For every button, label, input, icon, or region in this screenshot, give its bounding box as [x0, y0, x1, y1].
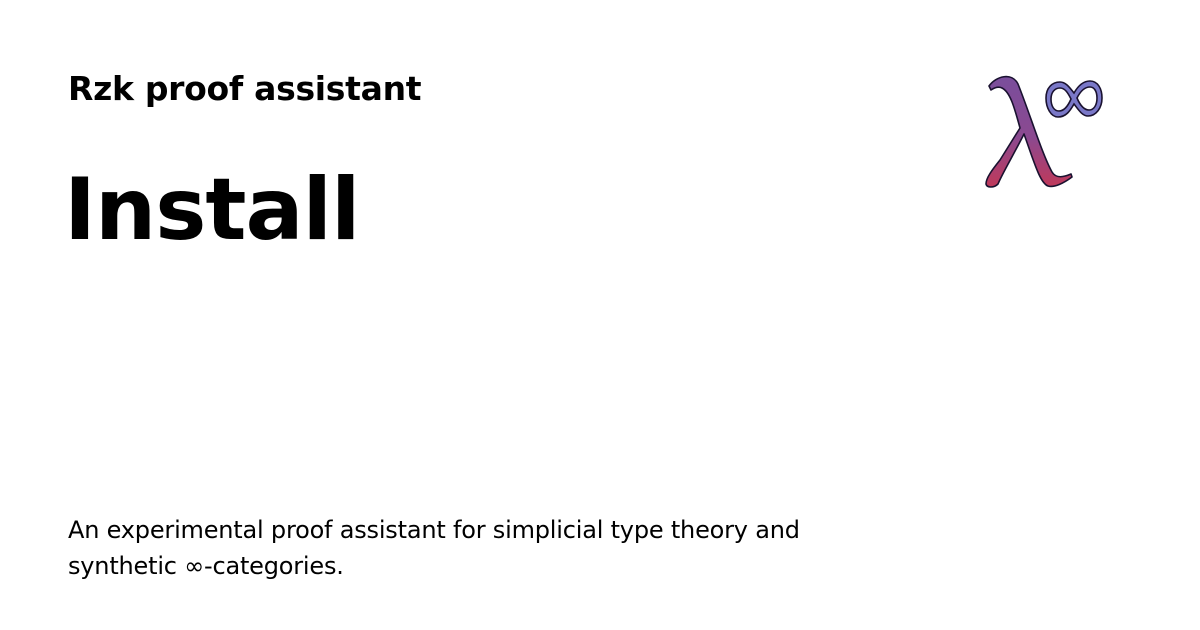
page-description: An experimental proof assistant for simp…: [68, 516, 800, 580]
page-title: Install: [64, 160, 361, 260]
lambda-shape: [985, 75, 1073, 188]
lambda-infinity-logo-icon: [972, 62, 1112, 198]
site-name: Rzk proof assistant: [68, 69, 422, 108]
infinity-shape: [1045, 80, 1103, 118]
